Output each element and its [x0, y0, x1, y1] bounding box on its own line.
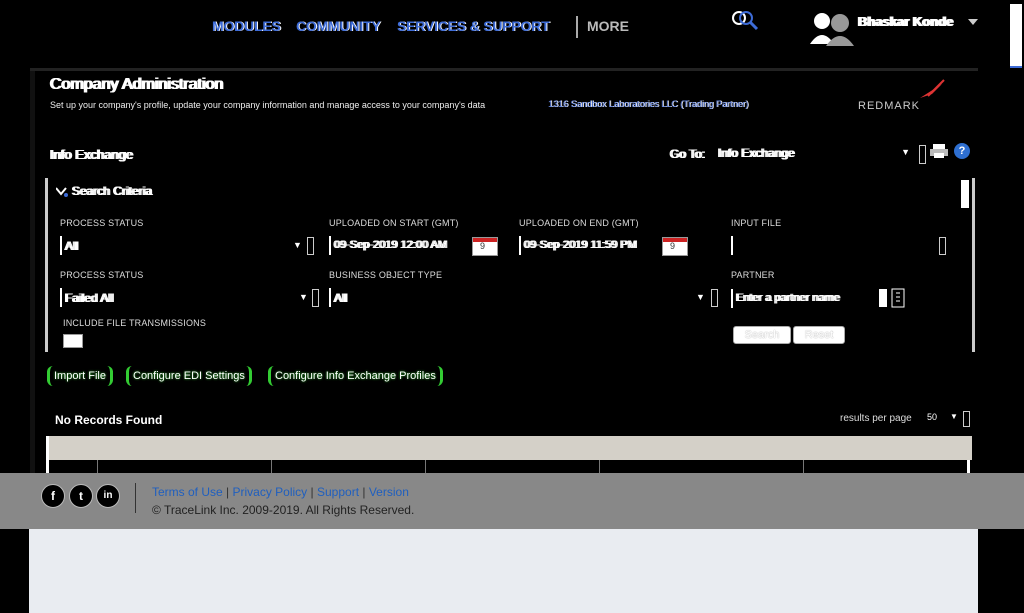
- business-type-value: All: [334, 291, 348, 305]
- uploaded-start-label: UPLOADED ON START (GMT): [329, 218, 459, 228]
- error-status-select[interactable]: Failed All ▼: [60, 288, 308, 307]
- business-type-handle[interactable]: [711, 289, 718, 307]
- criteria-scrollbar-thumb[interactable]: [961, 180, 969, 208]
- footer-divider: [135, 483, 136, 513]
- input-file-handle[interactable]: [939, 237, 946, 255]
- partner-label: PARTNER: [731, 270, 775, 280]
- search-button[interactable]: Search: [733, 326, 791, 344]
- avatar[interactable]: [808, 10, 854, 46]
- calendar-day: 9: [480, 241, 486, 251]
- process-status-select[interactable]: All ▼: [60, 236, 302, 255]
- error-status-handle[interactable]: [312, 289, 319, 307]
- partner-lookup-icon[interactable]: [878, 288, 906, 308]
- table-column-divider: [425, 460, 426, 474]
- results-table-header: [46, 436, 972, 460]
- copyright-text: © TraceLink Inc. 2009-2019. All Rights R…: [152, 503, 415, 517]
- user-menu-caret-icon[interactable]: [968, 19, 978, 25]
- page-scrollbar-thumb[interactable]: [1010, 4, 1022, 68]
- process-status-value: All: [65, 239, 79, 253]
- reset-button[interactable]: Reset: [793, 326, 845, 344]
- goto-select[interactable]: Info Exchange ▼: [716, 143, 912, 163]
- nav-community[interactable]: COMMUNITY: [296, 18, 381, 34]
- footer: [0, 473, 1024, 529]
- support-link[interactable]: Support: [317, 485, 359, 499]
- nav-more[interactable]: MORE: [587, 18, 629, 34]
- no-records-message: No Records Found: [55, 413, 163, 427]
- uploaded-end-input[interactable]: 09-Sep-2019 11:59 PM: [519, 236, 657, 255]
- include-transmissions-label: INCLUDE FILE TRANSMISSIONS: [63, 318, 207, 328]
- uploaded-end-value: 09-Sep-2019 11:59 PM: [524, 239, 637, 251]
- error-status-value: Failed All: [65, 291, 114, 305]
- print-icon[interactable]: [929, 143, 949, 159]
- search-criteria-title[interactable]: Search Criteria: [72, 184, 152, 198]
- chevron-down-icon: ▼: [696, 292, 705, 302]
- table-column-divider: [97, 460, 98, 474]
- nav-services-support[interactable]: SERVICES & SUPPORT: [397, 18, 550, 34]
- top-navigation: MODULES COMMUNITY SERVICES & SUPPORT MOR…: [0, 0, 1024, 66]
- partner-input[interactable]: Enter a partner name: [731, 289, 873, 308]
- linkedin-icon[interactable]: in: [96, 484, 120, 508]
- partner-placeholder: Enter a partner name: [736, 292, 840, 304]
- results-per-page-handle[interactable]: [963, 411, 970, 427]
- nav-modules[interactable]: MODULES: [212, 18, 281, 34]
- page-background-area: [29, 529, 978, 613]
- goto-label: Go To:: [670, 147, 706, 161]
- search-icon[interactable]: [731, 9, 759, 31]
- calendar-day: 9: [670, 241, 676, 251]
- configure-profiles-button[interactable]: Configure Info Exchange Profiles: [268, 366, 443, 386]
- input-file-field[interactable]: [731, 236, 939, 255]
- include-transmissions-checkbox[interactable]: [63, 334, 83, 348]
- goto-select-handle[interactable]: [919, 145, 926, 164]
- collapse-toggle-icon[interactable]: [56, 186, 68, 198]
- footer-separator: |: [226, 485, 230, 499]
- uploaded-start-input[interactable]: 09-Sep-2019 12:00 AM: [329, 236, 467, 255]
- calendar-icon[interactable]: 9: [662, 237, 688, 256]
- uploaded-start-value: 09-Sep-2019 12:00 AM: [334, 239, 448, 251]
- results-per-page-value: 50: [927, 412, 938, 422]
- configure-edi-button[interactable]: Configure EDI Settings: [126, 366, 252, 386]
- chevron-down-icon: ▼: [901, 147, 910, 157]
- table-column-divider: [803, 460, 804, 474]
- help-icon[interactable]: ?: [954, 143, 970, 159]
- error-status-label: PROCESS STATUS: [60, 270, 144, 280]
- page-subtitle: Set up your company's profile, update yo…: [50, 100, 486, 110]
- chevron-down-icon: ▼: [299, 292, 308, 302]
- process-status-handle[interactable]: [307, 237, 314, 255]
- table-column-divider: [599, 460, 600, 474]
- facebook-icon[interactable]: f: [41, 484, 65, 508]
- footer-separator: |: [362, 485, 366, 499]
- business-type-select[interactable]: All ▼: [329, 288, 705, 307]
- page-title: Company Administration: [50, 76, 224, 93]
- terms-link[interactable]: Terms of Use: [152, 485, 223, 499]
- twitter-icon[interactable]: t: [69, 484, 93, 508]
- company-logo-text: REDMARK: [858, 100, 921, 112]
- results-per-page-select[interactable]: 50 ▼: [924, 410, 964, 426]
- process-status-label: PROCESS STATUS: [60, 218, 144, 228]
- table-column-divider: [271, 460, 272, 474]
- section-title: Info Exchange: [50, 147, 134, 162]
- user-name[interactable]: Bhaskar Konde: [858, 14, 953, 29]
- uploaded-end-label: UPLOADED ON END (GMT): [519, 218, 639, 228]
- privacy-link[interactable]: Privacy Policy: [233, 485, 308, 499]
- footer-links: Terms of Use | Privacy Policy | Support …: [152, 485, 409, 499]
- header-divider: [30, 68, 978, 71]
- input-file-label: INPUT FILE: [731, 218, 782, 228]
- chevron-down-icon: ▼: [950, 412, 958, 421]
- footer-separator: |: [310, 485, 314, 499]
- goto-value: Info Exchange: [718, 146, 795, 160]
- calendar-icon[interactable]: 9: [472, 237, 498, 256]
- organization-link[interactable]: 1316 Sandbox Laboratories LLC (Trading P…: [548, 99, 748, 109]
- results-per-page-label: results per page: [840, 413, 912, 424]
- chevron-down-icon: ▼: [293, 240, 302, 250]
- business-type-label: BUSINESS OBJECT TYPE: [329, 270, 443, 280]
- import-file-button[interactable]: Import File: [47, 366, 113, 386]
- nav-divider: [576, 16, 578, 38]
- version-link[interactable]: Version: [369, 485, 409, 499]
- table-row: [46, 460, 970, 474]
